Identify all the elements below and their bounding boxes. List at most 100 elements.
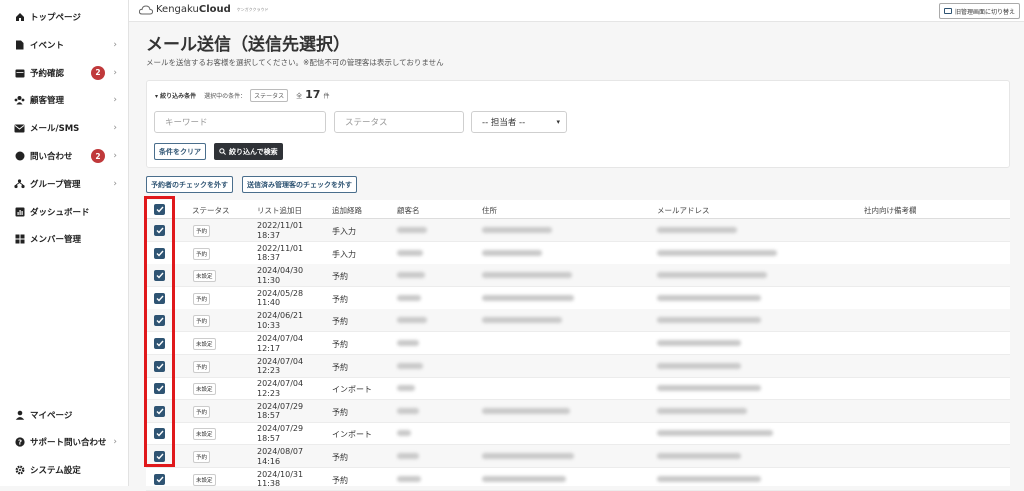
sidebar-item-8[interactable]: メンバー管理 <box>0 229 129 249</box>
check-icon <box>156 476 164 483</box>
row-checkbox[interactable] <box>154 473 165 485</box>
page-description: メールを送信するお客様を選択してください。※配信不可の管理客は表示しておりません <box>146 58 444 67</box>
svg-text:?: ? <box>17 439 21 447</box>
uncheck-sent-button[interactable]: 送信済み管理客のチェックを外す <box>242 176 357 193</box>
filter-search-button[interactable]: 絞り込んで検索 <box>214 143 283 160</box>
added-date-day: 2024/05/28 <box>257 288 304 298</box>
sidebar-item-5[interactable]: 問い合わせ 2 › <box>0 146 129 166</box>
status-badge: 予約 <box>193 451 211 463</box>
address-redacted <box>482 249 542 256</box>
chevron-right-icon: › <box>113 39 117 50</box>
added-date-day: 2024/04/30 <box>257 266 304 276</box>
added-date: 2024/05/28 11:40 <box>257 289 303 308</box>
sidebar-item-4[interactable]: メール/SMS › <box>0 118 129 138</box>
condition-tag: ステータス <box>250 89 289 102</box>
email-redacted <box>657 340 741 346</box>
added-date-time: 18:57 <box>257 433 281 443</box>
customer-name-redacted <box>397 385 415 392</box>
added-date-time: 12:23 <box>257 388 281 398</box>
column-header-added-date[interactable]: リスト追加日 <box>257 205 302 216</box>
switch-legacy-button[interactable]: 旧管理画面に切り替え <box>938 3 1020 19</box>
sidebar-item-7[interactable]: ダッシュボード <box>0 202 129 222</box>
status-badge: 予約 <box>193 247 211 260</box>
table-row[interactable]: 未設定 2024/07/29 18:57 インポート <box>146 422 1010 446</box>
filter-header[interactable]: ▾ 絞り込み条件 選択中の条件： ステータス 全 17 件 <box>155 88 329 102</box>
chevron-right-icon: › <box>113 178 117 189</box>
switch-icon <box>943 8 952 14</box>
page-title: メール送信（送信先選択） <box>146 35 350 55</box>
logo[interactable]: KengakuCloud ケンガククラウド <box>139 4 269 15</box>
status-badge: 未設定 <box>193 428 216 441</box>
sidebar-item-label: ダッシュボード <box>30 207 90 218</box>
table-row[interactable]: 予約 2024/05/28 11:40 予約 <box>146 287 1010 310</box>
customer-name-redacted <box>397 272 425 279</box>
table-row[interactable]: 予約 2024/07/04 12:23 予約 <box>146 354 1010 378</box>
table-row[interactable]: 未設定 2024/10/31 11:38 予約 <box>146 468 1010 491</box>
column-header-address[interactable]: 住所 <box>482 205 497 216</box>
sidebar: トップページ イベント › 予約確認 2 › 顧客管理 › メール/SMS › 問い合わせ 2 › グルー… <box>0 0 129 486</box>
status-input[interactable]: ステータス <box>334 111 464 133</box>
customer-name-redacted <box>397 249 423 256</box>
table-row[interactable]: 未設定 2024/07/04 12:23 インポート <box>146 377 1010 401</box>
filter-title[interactable]: ▾ 絞り込み条件 <box>155 91 196 100</box>
email-redacted <box>657 294 761 301</box>
table-row[interactable]: 未設定 2024/07/04 12:17 予約 <box>146 332 1010 355</box>
table-row[interactable]: 予約 2022/11/01 18:37 手入力 <box>146 219 1010 242</box>
added-route: 予約 <box>332 340 348 349</box>
added-route: 予約 <box>332 453 348 462</box>
assignee-select[interactable]: -- 担当者 -- ▾ <box>471 111 567 133</box>
sidebar-item-1[interactable]: ? サポート問い合わせ › <box>0 432 129 452</box>
customer-name-redacted <box>397 453 419 459</box>
added-route: 予約 <box>332 407 348 417</box>
sidebar-item-6[interactable]: グループ管理 › <box>0 174 129 194</box>
chevron-right-icon: › <box>113 151 117 161</box>
column-header-customer-name[interactable]: 顧客名 <box>397 205 420 216</box>
added-date-time: 18:57 <box>257 411 281 421</box>
table-row[interactable]: 予約 2024/06/21 10:33 予約 <box>146 309 1010 333</box>
sidebar-item-1[interactable]: イベント › <box>0 35 129 55</box>
clear-conditions-button[interactable]: 条件をクリア <box>154 143 206 160</box>
search-icon <box>219 148 226 155</box>
sidebar-item-2[interactable]: システム設定 <box>0 460 129 480</box>
total-prefix: 全 <box>296 93 303 100</box>
recipient-table: ステータス リスト追加日 追加経路 顧客名 住所 メールアドレス 社内向け備考欄… <box>146 200 1010 491</box>
sidebar-item-2[interactable]: 予約確認 2 › <box>0 63 129 83</box>
email-redacted <box>657 362 741 369</box>
email-redacted <box>657 249 777 256</box>
home-icon <box>14 12 25 23</box>
keyword-input[interactable]: キーワード <box>154 111 326 133</box>
status-badge: 予約 <box>193 405 211 418</box>
added-date-day: 2022/11/01 <box>257 243 304 253</box>
sidebar-item-0[interactable]: マイページ <box>0 405 129 425</box>
added-route: 予約 <box>332 317 348 327</box>
added-route: 予約 <box>332 475 348 485</box>
sidebar-item-3[interactable]: 顧客管理 › <box>0 90 129 110</box>
uncheck-reserved-button[interactable]: 予約者のチェックを外す <box>146 176 233 193</box>
chat-icon <box>14 151 25 162</box>
sidebar-item-label: 問い合わせ <box>30 152 73 162</box>
table-row[interactable]: 予約 2024/07/29 18:57 予約 <box>146 399 1010 423</box>
status-badge: 未設定 <box>193 383 216 396</box>
column-header-route[interactable]: 追加経路 <box>332 205 362 216</box>
added-date-day: 2024/07/04 <box>257 356 304 366</box>
table-row[interactable]: 予約 2024/08/07 14:16 予約 <box>146 445 1010 468</box>
added-date: 2024/07/29 18:57 <box>257 402 303 421</box>
notification-badge: 2 <box>91 149 105 163</box>
table-row[interactable]: 未設定 2024/04/30 11:30 予約 <box>146 264 1010 288</box>
cloud-logo-icon <box>139 4 153 14</box>
added-date-day: 2024/07/04 <box>257 334 304 343</box>
users-icon <box>14 95 25 106</box>
checkbox-column-highlight <box>144 196 175 467</box>
sidebar-item-0[interactable]: トップページ <box>0 7 129 27</box>
gear-icon <box>14 465 25 476</box>
column-header-email[interactable]: メールアドレス <box>657 205 710 216</box>
chevron-down-icon: ▾ <box>556 118 560 126</box>
mail-icon <box>14 123 25 134</box>
status-badge: 予約 <box>193 292 211 305</box>
column-header-notes[interactable]: 社内向け備考欄 <box>864 205 917 216</box>
table-row[interactable]: 予約 2022/11/01 18:37 手入力 <box>146 242 1010 265</box>
customer-name-redacted <box>397 430 411 437</box>
email-redacted <box>657 475 761 482</box>
column-header-status[interactable]: ステータス <box>192 205 230 216</box>
added-date-day: 2024/07/04 <box>257 379 304 389</box>
